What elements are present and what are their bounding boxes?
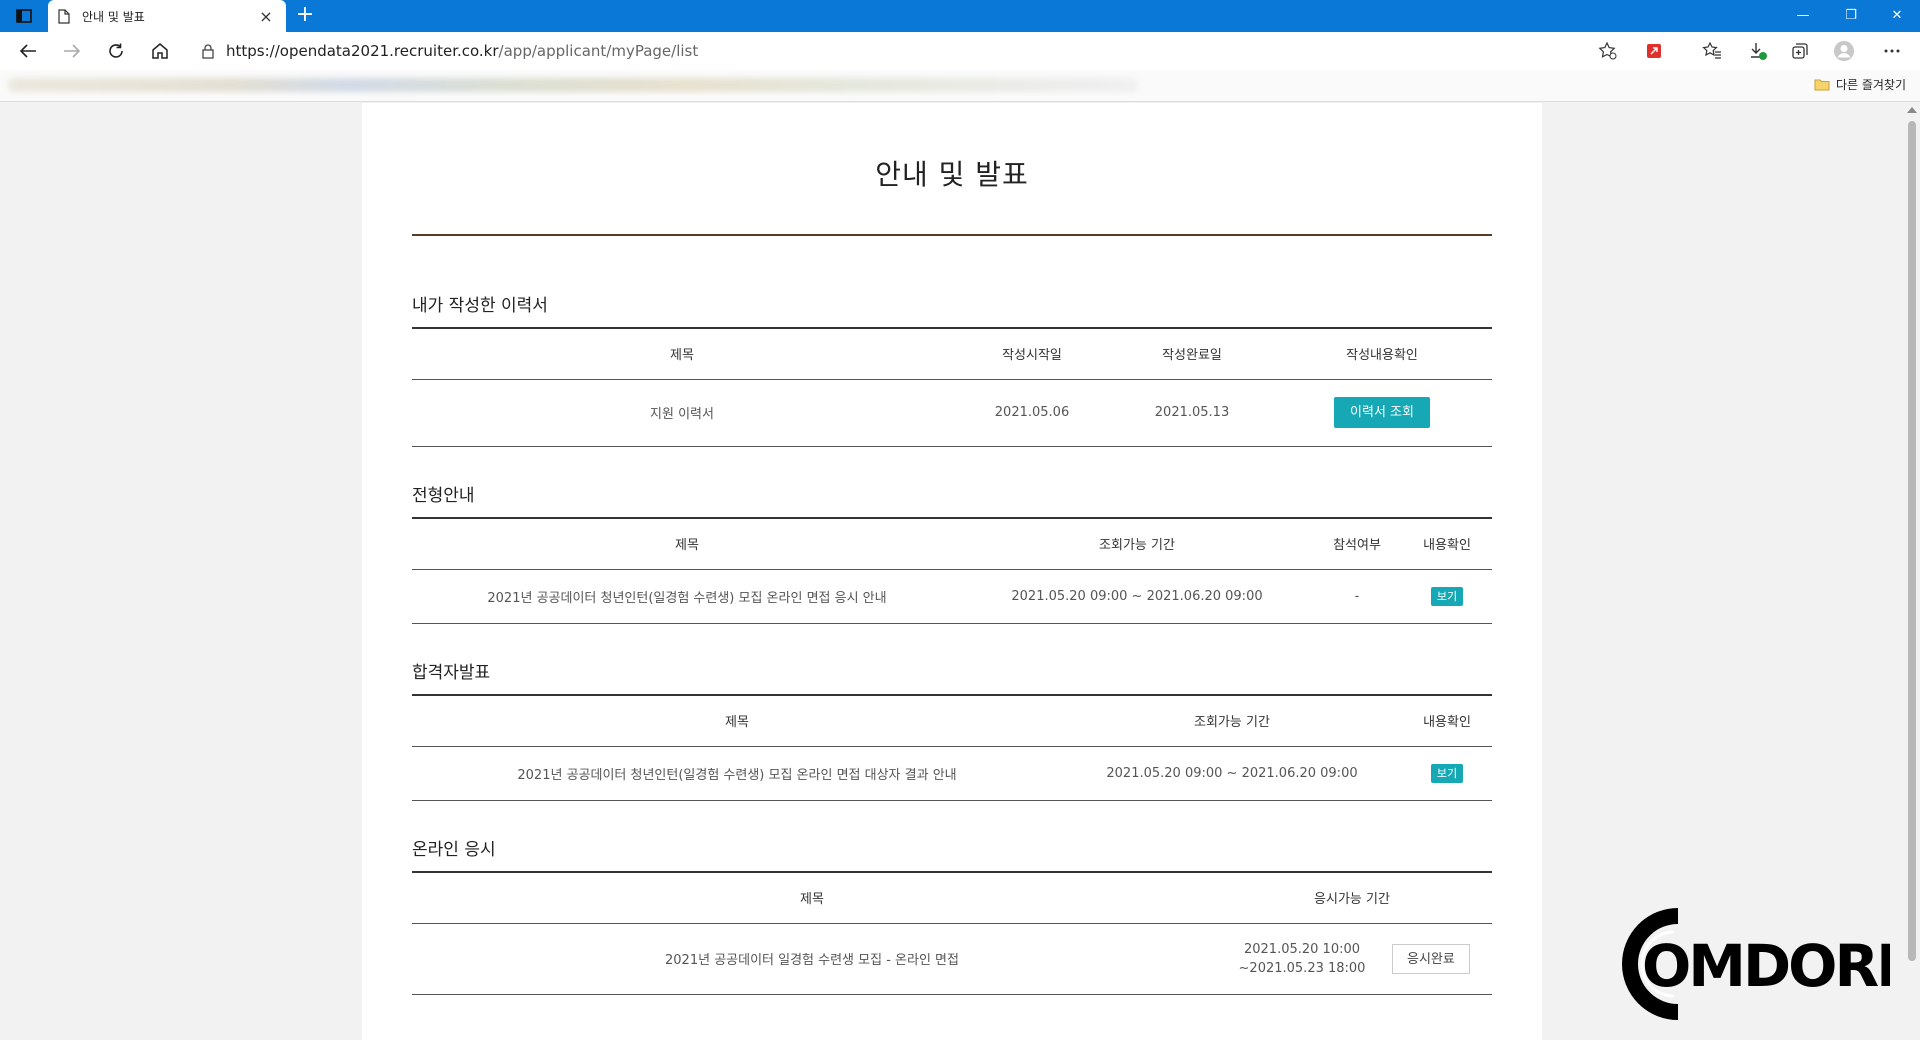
online-exam-section-title: 온라인 응시 [412, 840, 496, 860]
column-header: 참석여부 [1312, 517, 1402, 570]
results-notice-title: 2021년 공공데이터 청년인턴(일경험 수련생) 모집 온라인 면접 대상자 … [412, 746, 1062, 801]
screening-period: 2021.05.20 09:00 ~ 2021.06.20 09:00 [962, 569, 1312, 624]
refresh-button[interactable] [100, 36, 132, 66]
column-header: 응시가능 기간 [1212, 871, 1492, 924]
table-row: 2021년 공공데이터 일경험 수련생 모집 - 온라인 면접 2021.05.… [412, 923, 1492, 995]
resume-end-date: 2021.05.13 [1112, 379, 1272, 447]
table-row: 지원 이력서 2021.05.06 2021.05.13 이력서 조회 [412, 379, 1492, 447]
url-host: https://opendata2021.recruiter.co.kr [226, 42, 499, 60]
table-row: 2021년 공공데이터 청년인턴(일경험 수련생) 모집 온라인 면접 응시 안… [412, 569, 1492, 624]
back-button[interactable] [12, 36, 44, 66]
screening-notice-title: 2021년 공공데이터 청년인턴(일경험 수련생) 모집 온라인 면접 응시 안… [412, 569, 962, 624]
add-favorite-icon[interactable] [1598, 41, 1618, 65]
screening-section-title: 전형안내 [412, 486, 475, 506]
minimize-button[interactable]: — [1780, 0, 1826, 30]
profile-button[interactable] [1828, 36, 1860, 66]
column-header: 작성완료일 [1112, 327, 1272, 380]
tab-close-icon[interactable]: × [256, 7, 276, 26]
exam-completed-button[interactable]: 응시완료 [1392, 943, 1470, 974]
tab-title: 안내 및 발표 [82, 9, 145, 24]
url-path: /app/applicant/myPage/list [498, 42, 699, 60]
column-header: 제목 [412, 517, 962, 570]
column-header: 조회가능 기간 [962, 517, 1312, 570]
column-header: 조회가능 기간 [1062, 694, 1402, 747]
collections-button[interactable] [1784, 36, 1816, 66]
download-icon [1751, 43, 1767, 60]
results-period: 2021.05.20 09:00 ~ 2021.06.20 09:00 [1062, 746, 1402, 801]
extension-button[interactable] [1638, 36, 1670, 66]
screening-table: 제목 조회가능 기간 참석여부 내용확인 2021년 공공데이터 청년인턴(일경… [412, 517, 1492, 624]
page-viewport: 안내 및 발표 내가 작성한 이력서 제목 작성시작일 작성완료일 작성내용확인… [0, 103, 1903, 1040]
watermark-text: OMDORI [1642, 932, 1890, 1000]
view-resume-button[interactable]: 이력서 조회 [1334, 397, 1430, 428]
column-header: 제목 [412, 327, 952, 380]
page-icon [58, 8, 70, 24]
restore-button[interactable]: ❐ [1828, 0, 1874, 30]
new-tab-button[interactable]: + [292, 4, 318, 28]
other-favorites-button[interactable]: 다른 즐겨찾기 [1814, 76, 1906, 93]
view-results-button[interactable]: 보기 [1430, 763, 1464, 783]
attendance-status: - [1312, 569, 1402, 624]
table-row: 2021년 공공데이터 청년인턴(일경험 수련생) 모집 온라인 면접 대상자 … [412, 746, 1492, 801]
online-exam-title: 2021년 공공데이터 일경험 수련생 모집 - 온라인 면접 [412, 923, 1212, 995]
column-header: 내용확인 [1402, 694, 1492, 747]
close-window-button[interactable]: ✕ [1874, 0, 1920, 30]
browser-toolbar: https://opendata2021.recruiter.co.kr/app… [0, 32, 1920, 70]
favorites-bar: 다른 즐겨찾기 [0, 70, 1920, 102]
refresh-icon [109, 43, 123, 58]
back-arrow-icon [19, 44, 36, 58]
online-exam-period-start: 2021.05.20 10:00 [1243, 941, 1361, 957]
home-button[interactable] [144, 36, 176, 66]
downloads-button[interactable] [1742, 36, 1774, 66]
active-tab[interactable]: 안내 및 발표 × [48, 0, 286, 32]
content-panel: 안내 및 발표 내가 작성한 이력서 제목 작성시작일 작성완료일 작성내용확인… [362, 103, 1542, 1040]
column-header: 제목 [412, 871, 1212, 924]
home-icon [152, 43, 168, 59]
resume-start-date: 2021.05.06 [952, 379, 1112, 447]
results-table: 제목 조회가능 기간 내용확인 2021년 공공데이터 청년인턴(일경험 수련생… [412, 694, 1492, 801]
online-exam-period-end: ~2021.05.23 18:00 [1238, 960, 1366, 976]
column-header: 내용확인 [1402, 517, 1492, 570]
favorites-list-icon [1702, 42, 1721, 59]
forward-arrow-icon [64, 44, 81, 58]
scrollbar-thumb[interactable] [1908, 121, 1916, 961]
resume-table: 제목 작성시작일 작성완료일 작성내용확인 지원 이력서 2021.05.06 … [412, 327, 1492, 447]
other-favorites-label: 다른 즐겨찾기 [1835, 78, 1906, 92]
scroll-up-icon[interactable] [1907, 107, 1917, 113]
collections-icon [1792, 43, 1808, 59]
favorites-button[interactable] [1696, 36, 1728, 66]
address-bar[interactable]: https://opendata2021.recruiter.co.kr/app… [188, 37, 1630, 65]
forward-button[interactable] [56, 36, 88, 66]
watermark-logo: OMDORI [1622, 908, 1890, 1020]
lock-icon [202, 43, 214, 59]
settings-menu-button[interactable] [1876, 36, 1908, 66]
results-section-title: 합격자발표 [412, 663, 491, 683]
vertical-scrollbar[interactable] [1903, 103, 1920, 1040]
column-header: 작성시작일 [952, 327, 1112, 380]
tab-actions-icon [16, 9, 32, 23]
favorites-items-blurred [8, 78, 1138, 92]
folder-icon [1814, 79, 1830, 91]
column-header: 제목 [412, 694, 1062, 747]
title-divider [412, 234, 1492, 236]
title-bar: 안내 및 발표 × + — ❐ ✕ [0, 0, 1920, 32]
resume-section-title: 내가 작성한 이력서 [412, 296, 548, 316]
column-header: 작성내용확인 [1272, 327, 1492, 380]
more-icon [1884, 49, 1900, 53]
avatar-icon [1834, 41, 1854, 61]
resume-name: 지원 이력서 [412, 379, 952, 447]
online-exam-table: 제목 응시가능 기간 2021년 공공데이터 일경험 수련생 모집 - 온라인 … [412, 871, 1492, 995]
extension-icon [1647, 44, 1661, 58]
view-screening-button[interactable]: 보기 [1430, 586, 1464, 606]
page-title: 안내 및 발표 [875, 158, 1029, 191]
tab-actions-button[interactable] [8, 4, 40, 28]
